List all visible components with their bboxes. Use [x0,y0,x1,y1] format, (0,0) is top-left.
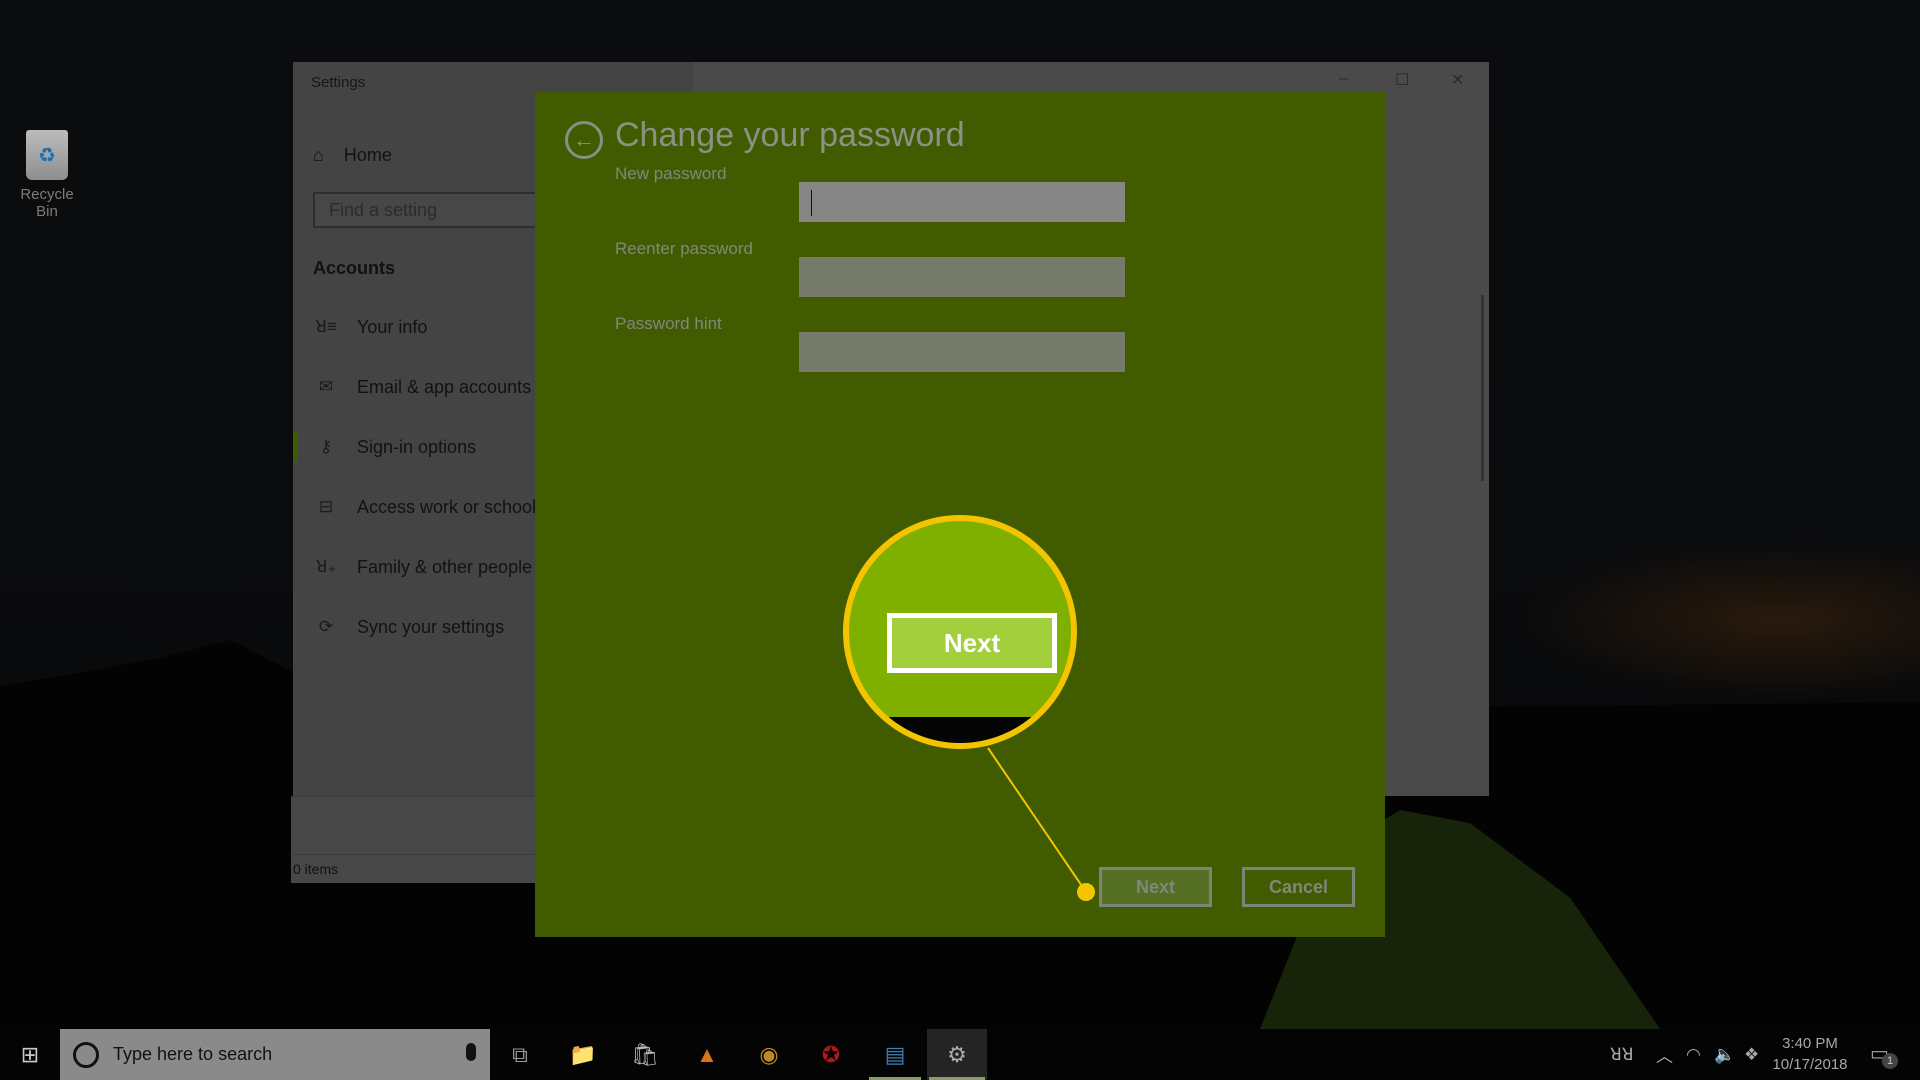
sidebar-item-label: Access work or school [357,496,537,517]
taskbar-microsoft-store[interactable]: 🛍 [617,1029,673,1080]
taskbar-red-app[interactable]: ✪ [803,1029,859,1080]
sidebar-item-sync-settings[interactable]: ⟳ Sync your settings [313,612,504,642]
cancel-button[interactable]: Cancel [1242,867,1355,907]
reenter-password-label: Reenter password [615,239,753,258]
next-button[interactable]: Next [1099,867,1212,907]
password-hint-label: Password hint [615,314,722,333]
people-button[interactable]: ꓤꓤ [1610,1029,1634,1080]
cortana-icon [73,1041,99,1068]
gear-icon: ⚙ [947,1041,967,1067]
notification-count-badge: 1 [1882,1053,1898,1069]
back-arrow-icon: ← [573,127,595,152]
sidebar-item-label: Sync your settings [357,616,505,637]
status-bar-item-count: 0 items [293,854,538,883]
background-window[interactable]: 0 items [291,796,538,883]
callout-next-button-zoomed: Next [887,613,1057,673]
person-list-icon: ꓤ≡ [315,317,337,336]
taskbar-search-placeholder: Type here to search [113,1044,273,1064]
chrome-icon: ◉ [759,1041,779,1067]
sidebar-item-access-work-school[interactable]: ⊟ Access work or school [313,492,536,522]
folder-icon: 📁 [569,1041,597,1067]
reenter-password-field[interactable] [799,257,1125,297]
dropbox-tray-button[interactable]: ❖ [1744,1029,1759,1080]
taskbar: ⊞ Type here to search ⧉ 📁 🛍 ▲ ◉ ✪ ▤ ⚙ ꓤꓤ… [0,1029,1920,1080]
dropbox-icon: ❖ [1744,1044,1760,1064]
taskbar-chrome[interactable]: ◉ [741,1029,797,1080]
taskbar-search-box[interactable]: Type here to search [60,1029,490,1080]
sidebar-item-label: Sign-in options [357,436,477,457]
sidebar-item-label: Your info [357,316,428,337]
maximize-button[interactable]: ☐ [1395,70,1409,90]
taskbar-control-panel[interactable]: ▤ [867,1029,923,1080]
windows-logo-icon: ⊞ [20,1041,40,1067]
find-setting-input[interactable]: Find a setting [313,192,573,228]
task-view-icon: ⧉ [512,1041,528,1067]
key-icon: ⚷ [319,437,333,456]
vlc-cone-icon: ▲ [696,1041,718,1067]
sidebar-item-family-other-people[interactable]: ꓤ₊ Family & other people [313,552,533,582]
new-password-field[interactable] [799,182,1125,222]
callout-magnifier: Next [843,515,1077,749]
sidebar-item-label: Family & other people [357,556,533,577]
briefcase-icon: ⊟ [318,497,334,516]
window-title: Settings [311,74,366,91]
text-caret [811,190,812,216]
desktop-icon-recycle-bin[interactable]: Recycle Bin [8,130,86,220]
start-button[interactable]: ⊞ [0,1029,60,1080]
taskbar-vlc[interactable]: ▲ [679,1029,735,1080]
person-add-icon: ꓤ₊ [315,557,337,576]
back-button[interactable]: ← [565,121,603,159]
sidebar-item-email-app-accounts[interactable]: ✉ Email & app accounts [313,372,531,402]
password-hint-field[interactable] [799,332,1125,372]
section-heading: Accounts [313,258,396,278]
nav-home-label: Home [343,144,392,165]
dialog-title: Change your password [615,116,965,154]
minimize-button[interactable]: – [1339,70,1348,88]
taskbar-file-explorer[interactable]: 📁 [555,1029,611,1080]
close-button[interactable]: ✕ [1451,70,1464,90]
taskbar-clock[interactable]: 3:40 PM 10/17/2018 [1768,1033,1852,1075]
mail-icon: ✉ [318,377,334,396]
wifi-icon: ◠ [1686,1044,1701,1064]
sidebar-item-label: Email & app accounts [357,376,532,397]
action-center-button[interactable]: ▭ 1 [1870,1041,1898,1069]
network-button[interactable]: ◠ [1686,1029,1701,1080]
nav-home[interactable]: ⌂ Home [313,140,392,170]
chevron-up-icon: ︿ [1656,1047,1673,1066]
sidebar-item-sign-in-options[interactable]: ⚷ Sign-in options [292,432,477,462]
show-hidden-icons-button[interactable]: ︿ [1656,1029,1673,1080]
store-bag-icon: 🛍 [631,1041,659,1067]
clock-time: 3:40 PM [1782,1035,1838,1052]
desktop-icon-label: Recycle Bin [20,186,74,220]
taskbar-settings[interactable]: ⚙ [927,1029,987,1080]
home-icon: ⌂ [313,144,324,165]
volume-button[interactable]: 🔈 [1714,1029,1735,1080]
red-app-icon: ✪ [821,1041,841,1067]
scrollbar[interactable] [1481,295,1484,481]
speaker-icon: 🔈 [1714,1044,1736,1064]
control-panel-icon: ▤ [884,1041,906,1067]
task-view-button[interactable]: ⧉ [492,1029,548,1080]
sidebar-item-your-info[interactable]: ꓤ≡ Your info [313,312,427,342]
clock-date: 10/17/2018 [1772,1056,1848,1073]
recycle-bin-icon [26,130,68,180]
new-password-label: New password [615,164,727,183]
people-icon: ꓤꓤ [1610,1044,1634,1064]
microphone-icon[interactable] [466,1043,476,1061]
sync-icon: ⟳ [318,617,334,636]
